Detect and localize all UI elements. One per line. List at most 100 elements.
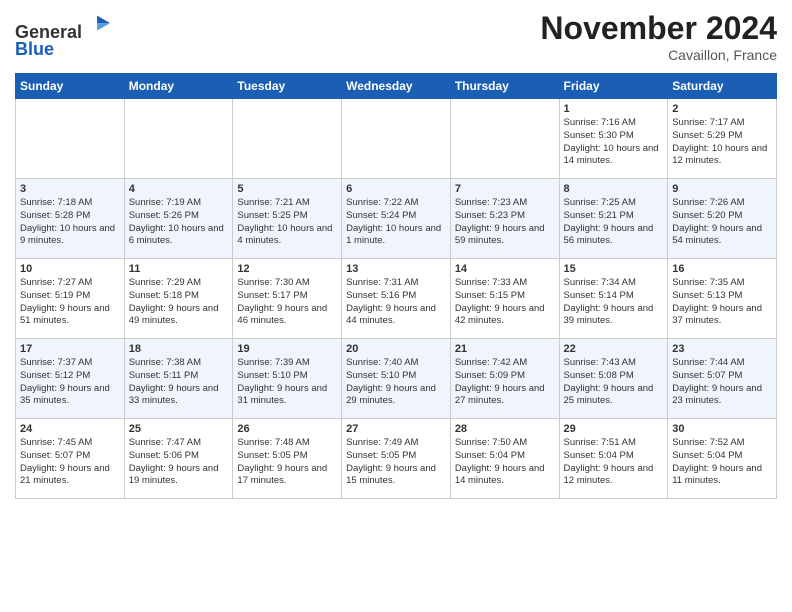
day-number: 3 [20,183,120,195]
day-info: Sunrise: 7:47 AM Sunset: 5:06 PM Dayligh… [129,437,229,488]
calendar-cell: 16 Sunrise: 7:35 AM Sunset: 5:13 PM Dayli… [668,259,777,339]
col-header-sunday: Sunday [16,74,125,99]
day-info: Sunrise: 7:38 AM Sunset: 5:11 PM Dayligh… [129,357,229,408]
calendar-cell: 18 Sunrise: 7:38 AM Sunset: 5:11 PM Dayli… [124,339,233,419]
calendar-cell: 21 Sunrise: 7:42 AM Sunset: 5:09 PM Dayli… [450,339,559,419]
calendar-cell [450,99,559,179]
day-number: 9 [672,183,772,195]
page-header: General Blue November 2024 Cavaillon, Fr… [15,10,777,63]
day-info: Sunrise: 7:17 AM Sunset: 5:29 PM Dayligh… [672,117,772,168]
calendar-week-2: 3Sunrise: 7:18 AM Sunset: 5:28 PM Daylig… [16,179,777,259]
calendar-cell: 5Sunrise: 7:21 AM Sunset: 5:25 PM Daylig… [233,179,342,259]
day-info: Sunrise: 7:51 AM Sunset: 5:04 PM Dayligh… [564,437,664,488]
col-header-wednesday: Wednesday [342,74,451,99]
day-info: Sunrise: 7:44 AM Sunset: 5:07 PM Dayligh… [672,357,772,408]
day-info: Sunrise: 7:25 AM Sunset: 5:21 PM Dayligh… [564,197,664,248]
calendar-cell: 2 Sunrise: 7:17 AM Sunset: 5:29 PM Daylig… [668,99,777,179]
calendar-cell: 13 Sunrise: 7:31 AM Sunset: 5:16 PM Dayli… [342,259,451,339]
day-info: Sunrise: 7:49 AM Sunset: 5:05 PM Dayligh… [346,437,446,488]
day-number: 24 [20,423,120,435]
day-info: Sunrise: 7:23 AM Sunset: 5:23 PM Dayligh… [455,197,555,248]
calendar-cell [342,99,451,179]
calendar-cell: 3Sunrise: 7:18 AM Sunset: 5:28 PM Daylig… [16,179,125,259]
logo-bird-icon [84,10,112,38]
calendar-cell: 12 Sunrise: 7:30 AM Sunset: 5:17 PM Dayli… [233,259,342,339]
day-info: Sunrise: 7:52 AM Sunset: 5:04 PM Dayligh… [672,437,772,488]
location: Cavaillon, France [540,47,777,63]
calendar-cell: 27 Sunrise: 7:49 AM Sunset: 5:05 PM Dayli… [342,419,451,499]
calendar-cell: 23Sunrise: 7:44 AM Sunset: 5:07 PM Dayli… [668,339,777,419]
day-info: Sunrise: 7:29 AM Sunset: 5:18 PM Dayligh… [129,277,229,328]
day-number: 10 [20,263,120,275]
day-number: 13 [346,263,446,275]
day-number: 21 [455,343,555,355]
calendar-week-4: 17Sunrise: 7:37 AM Sunset: 5:12 PM Dayli… [16,339,777,419]
day-number: 1 [564,103,664,115]
day-number: 28 [455,423,555,435]
col-header-friday: Friday [559,74,668,99]
logo: General Blue [15,10,112,60]
calendar-cell: 22 Sunrise: 7:43 AM Sunset: 5:08 PM Dayli… [559,339,668,419]
header-row: SundayMondayTuesdayWednesdayThursdayFrid… [16,74,777,99]
day-info: Sunrise: 7:45 AM Sunset: 5:07 PM Dayligh… [20,437,120,488]
calendar-cell: 25 Sunrise: 7:47 AM Sunset: 5:06 PM Dayli… [124,419,233,499]
calendar-table: SundayMondayTuesdayWednesdayThursdayFrid… [15,73,777,499]
day-info: Sunrise: 7:19 AM Sunset: 5:26 PM Dayligh… [129,197,229,248]
day-number: 27 [346,423,446,435]
calendar-cell [16,99,125,179]
day-info: Sunrise: 7:43 AM Sunset: 5:08 PM Dayligh… [564,357,664,408]
day-number: 19 [237,343,337,355]
col-header-thursday: Thursday [450,74,559,99]
day-info: Sunrise: 7:35 AM Sunset: 5:13 PM Dayligh… [672,277,772,328]
day-number: 12 [237,263,337,275]
day-info: Sunrise: 7:22 AM Sunset: 5:24 PM Dayligh… [346,197,446,248]
day-info: Sunrise: 7:16 AM Sunset: 5:30 PM Dayligh… [564,117,664,168]
day-number: 30 [672,423,772,435]
title-block: November 2024 Cavaillon, France [540,10,777,63]
day-info: Sunrise: 7:50 AM Sunset: 5:04 PM Dayligh… [455,437,555,488]
day-number: 16 [672,263,772,275]
day-number: 22 [564,343,664,355]
calendar-cell: 4 Sunrise: 7:19 AM Sunset: 5:26 PM Daylig… [124,179,233,259]
col-header-saturday: Saturday [668,74,777,99]
calendar-cell: 10 Sunrise: 7:27 AM Sunset: 5:19 PM Dayli… [16,259,125,339]
calendar-cell: 15 Sunrise: 7:34 AM Sunset: 5:14 PM Dayli… [559,259,668,339]
calendar-week-3: 10 Sunrise: 7:27 AM Sunset: 5:19 PM Dayli… [16,259,777,339]
calendar-cell [124,99,233,179]
day-info: Sunrise: 7:27 AM Sunset: 5:19 PM Dayligh… [20,277,120,328]
calendar-cell [233,99,342,179]
day-info: Sunrise: 7:40 AM Sunset: 5:10 PM Dayligh… [346,357,446,408]
day-number: 18 [129,343,229,355]
calendar-cell: 26 Sunrise: 7:48 AM Sunset: 5:05 PM Dayli… [233,419,342,499]
calendar-cell: 24 Sunrise: 7:45 AM Sunset: 5:07 PM Dayli… [16,419,125,499]
calendar-cell: 14Sunrise: 7:33 AM Sunset: 5:15 PM Dayli… [450,259,559,339]
calendar-cell: 28 Sunrise: 7:50 AM Sunset: 5:04 PM Dayli… [450,419,559,499]
day-info: Sunrise: 7:48 AM Sunset: 5:05 PM Dayligh… [237,437,337,488]
day-number: 2 [672,103,772,115]
day-info: Sunrise: 7:34 AM Sunset: 5:14 PM Dayligh… [564,277,664,328]
day-info: Sunrise: 7:31 AM Sunset: 5:16 PM Dayligh… [346,277,446,328]
calendar-week-5: 24 Sunrise: 7:45 AM Sunset: 5:07 PM Dayli… [16,419,777,499]
day-number: 4 [129,183,229,195]
day-number: 26 [237,423,337,435]
day-number: 8 [564,183,664,195]
calendar-week-1: 1 Sunrise: 7:16 AM Sunset: 5:30 PM Daylig… [16,99,777,179]
calendar-cell: 20Sunrise: 7:40 AM Sunset: 5:10 PM Dayli… [342,339,451,419]
day-number: 15 [564,263,664,275]
calendar-cell: 11Sunrise: 7:29 AM Sunset: 5:18 PM Dayli… [124,259,233,339]
calendar-cell: 19Sunrise: 7:39 AM Sunset: 5:10 PM Dayli… [233,339,342,419]
day-info: Sunrise: 7:42 AM Sunset: 5:09 PM Dayligh… [455,357,555,408]
day-number: 25 [129,423,229,435]
calendar-cell: 30 Sunrise: 7:52 AM Sunset: 5:04 PM Dayli… [668,419,777,499]
day-number: 7 [455,183,555,195]
calendar-cell: 17Sunrise: 7:37 AM Sunset: 5:12 PM Dayli… [16,339,125,419]
day-info: Sunrise: 7:30 AM Sunset: 5:17 PM Dayligh… [237,277,337,328]
col-header-tuesday: Tuesday [233,74,342,99]
calendar-cell: 6 Sunrise: 7:22 AM Sunset: 5:24 PM Daylig… [342,179,451,259]
calendar-cell: 7 Sunrise: 7:23 AM Sunset: 5:23 PM Daylig… [450,179,559,259]
day-info: Sunrise: 7:33 AM Sunset: 5:15 PM Dayligh… [455,277,555,328]
calendar-cell: 9Sunrise: 7:26 AM Sunset: 5:20 PM Daylig… [668,179,777,259]
day-number: 29 [564,423,664,435]
day-number: 5 [237,183,337,195]
day-number: 6 [346,183,446,195]
